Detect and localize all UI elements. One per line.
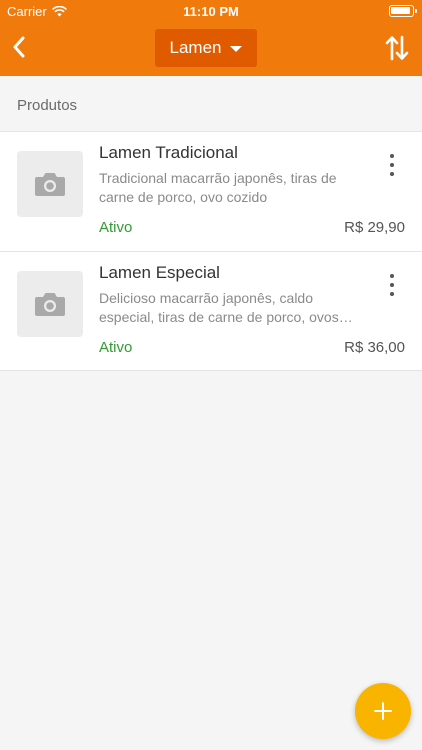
app-header: Carrier 11:10 PM Lamen bbox=[0, 0, 422, 76]
camera-icon bbox=[35, 293, 65, 316]
more-vertical-icon-dot bbox=[390, 163, 394, 167]
add-product-button[interactable] bbox=[355, 683, 411, 739]
chevron-left-icon bbox=[13, 36, 25, 58]
more-vertical-icon-dot bbox=[390, 283, 394, 287]
back-button[interactable] bbox=[4, 32, 34, 62]
status-time: 11:10 PM bbox=[183, 4, 239, 19]
more-vertical-icon-dot bbox=[390, 172, 394, 176]
more-options-button[interactable] bbox=[382, 152, 402, 178]
sort-button[interactable] bbox=[384, 34, 410, 62]
more-vertical-icon-dot bbox=[390, 154, 394, 158]
product-description: Delicioso macarrão japonês, caldo especi… bbox=[99, 290, 339, 325]
product-description: Tradicional macarrão japonês, tiras de c… bbox=[99, 170, 337, 205]
product-status: Ativo bbox=[99, 339, 133, 356]
product-image-placeholder[interactable] bbox=[17, 151, 83, 217]
camera-icon bbox=[35, 173, 65, 196]
product-list: Lamen Tradicional Tradicional macarrão j… bbox=[0, 131, 422, 371]
battery-icon bbox=[389, 5, 417, 17]
plus-icon bbox=[374, 702, 392, 720]
product-image-placeholder[interactable] bbox=[17, 271, 83, 337]
product-item[interactable]: Lamen Especial Delicioso macarrão japonê… bbox=[0, 251, 422, 370]
product-item[interactable]: Lamen Tradicional Tradicional macarrão j… bbox=[0, 132, 422, 251]
more-vertical-icon-dot bbox=[390, 292, 394, 296]
category-label: Lamen bbox=[169, 38, 222, 57]
product-price: R$ 36,00 bbox=[344, 339, 405, 356]
category-dropdown[interactable]: Lamen bbox=[155, 29, 257, 67]
more-options-button[interactable] bbox=[382, 272, 402, 298]
section-title: Produtos bbox=[17, 97, 78, 114]
product-status: Ativo bbox=[99, 219, 133, 236]
more-vertical-icon-dot bbox=[390, 274, 394, 278]
caret-down-icon bbox=[230, 45, 243, 52]
sort-arrows-icon bbox=[385, 35, 409, 61]
product-name: Lamen Tradicional bbox=[99, 143, 238, 162]
status-bar: Carrier 11:10 PM bbox=[0, 0, 422, 22]
product-name: Lamen Especial bbox=[99, 263, 220, 282]
product-price: R$ 29,90 bbox=[344, 219, 405, 236]
